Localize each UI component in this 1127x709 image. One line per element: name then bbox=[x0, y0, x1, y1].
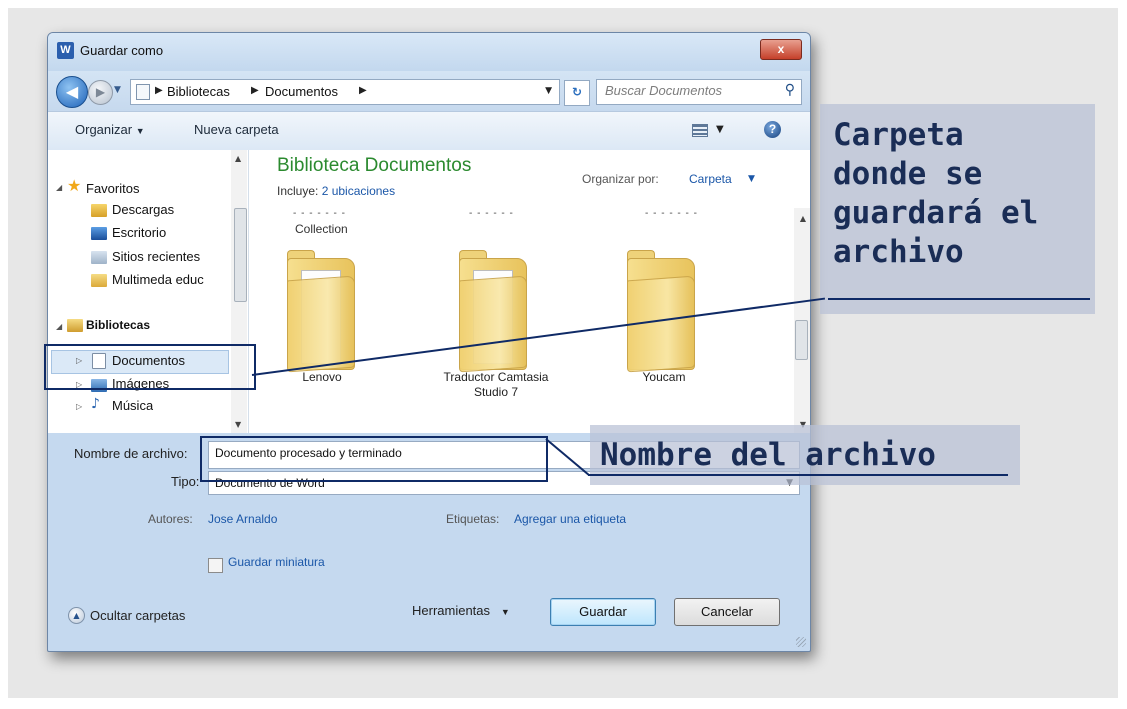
window-title: Guardar como bbox=[80, 43, 164, 58]
authors-value[interactable]: Jose Arnaldo bbox=[208, 512, 277, 526]
desktop-icon bbox=[91, 227, 107, 240]
navigation-pane: ◢ ★ Favoritos Descargas Escritorio Sitio… bbox=[48, 150, 249, 433]
word-app-icon: W bbox=[57, 42, 74, 59]
nav-item-escritorio[interactable]: Escritorio bbox=[112, 225, 166, 240]
close-button[interactable]: x bbox=[760, 39, 802, 60]
type-label: Tipo: bbox=[171, 474, 200, 489]
folder-traductor[interactable] bbox=[459, 250, 529, 373]
breadcrumb[interactable]: ▶ Bibliotecas ▶ Documentos ▶ ▼ bbox=[130, 79, 560, 105]
authors-label: Autores: bbox=[148, 512, 193, 526]
folder-label[interactable]: Youcam bbox=[599, 370, 729, 385]
library-includes: Incluye: 2 ubicaciones bbox=[277, 184, 395, 198]
breadcrumb-documentos[interactable]: Documentos bbox=[265, 84, 338, 99]
chevron-down-icon[interactable]: ▼ bbox=[748, 174, 755, 184]
organize-label: Organizar bbox=[75, 122, 133, 137]
scroll-up-icon[interactable]: ▲ bbox=[235, 154, 241, 163]
libraries-icon bbox=[67, 319, 83, 332]
nav-item-multimedia[interactable]: Multimeda educ bbox=[112, 272, 228, 287]
address-row: ◀ ▶ ▼ ▶ Bibliotecas ▶ Documentos ▶ ▼ ↻ ⚲ bbox=[48, 71, 810, 111]
browser-area: ◢ ★ Favoritos Descargas Escritorio Sitio… bbox=[48, 150, 810, 433]
refresh-button[interactable]: ↻ bbox=[564, 80, 590, 106]
cancel-button[interactable]: Cancelar bbox=[674, 598, 780, 626]
nav-scrollbar-thumb[interactable] bbox=[234, 208, 247, 302]
library-title: Biblioteca Documentos bbox=[277, 155, 472, 176]
filename-callout-underline bbox=[588, 474, 1008, 476]
folder-label-partial: Collection bbox=[295, 222, 348, 236]
tags-label: Etiquetas: bbox=[446, 512, 500, 526]
breadcrumb-separator-icon[interactable]: ▶ bbox=[251, 85, 259, 96]
chevron-down-icon: ▼ bbox=[500, 607, 510, 617]
content-pane: Biblioteca Documentos Incluye: 2 ubicaci… bbox=[249, 150, 810, 433]
view-dropdown-icon[interactable]: ▼ bbox=[716, 124, 724, 135]
new-folder-button[interactable]: Nueva carpeta bbox=[194, 122, 279, 137]
tools-menu[interactable]: Herramientas ▼ bbox=[412, 603, 510, 618]
folder-label[interactable]: Traductor Camtasia Studio 7 bbox=[431, 370, 561, 400]
filename-label: Nombre de archivo: bbox=[74, 446, 188, 461]
nav-item-sitios-recientes[interactable]: Sitios recientes bbox=[112, 249, 200, 264]
filename-callout-text: Nombre del archivo bbox=[600, 437, 936, 473]
clipped-label: - - - - - - bbox=[469, 208, 514, 219]
hide-folders-button[interactable]: Ocultar carpetas bbox=[90, 608, 185, 623]
resize-grip[interactable] bbox=[796, 637, 806, 647]
filename-highlight-box bbox=[200, 436, 548, 482]
organize-menu[interactable]: Organizar ▼ bbox=[75, 122, 145, 137]
hide-folders-icon[interactable]: ▲ bbox=[68, 607, 85, 624]
view-options-icon[interactable] bbox=[692, 124, 708, 137]
history-dropdown-icon[interactable]: ▼ bbox=[114, 85, 121, 95]
chevron-down-icon: ▼ bbox=[135, 126, 145, 136]
nav-bibliotecas[interactable]: Bibliotecas bbox=[86, 318, 150, 332]
nav-item-descargas[interactable]: Descargas bbox=[112, 202, 174, 217]
music-icon: ♪ bbox=[91, 396, 100, 412]
collapse-icon[interactable]: ▷ bbox=[76, 402, 82, 411]
clipped-label: - - - - - - - bbox=[645, 208, 698, 219]
breadcrumb-bibliotecas[interactable]: Bibliotecas bbox=[167, 84, 230, 99]
back-button[interactable]: ◀ bbox=[56, 76, 88, 108]
recent-places-icon bbox=[91, 251, 107, 264]
clipped-label: - - - - - - - bbox=[293, 208, 346, 219]
breadcrumb-separator-icon[interactable]: ▶ bbox=[359, 85, 367, 96]
content-scrollbar-thumb[interactable] bbox=[795, 320, 808, 360]
title-bar: W Guardar como x bbox=[48, 33, 810, 71]
search-icon[interactable]: ⚲ bbox=[785, 82, 795, 98]
tags-value[interactable]: Agregar una etiqueta bbox=[514, 512, 626, 526]
nav-favorites[interactable]: Favoritos bbox=[86, 181, 139, 196]
search-box[interactable]: ⚲ bbox=[596, 79, 802, 105]
address-dropdown-icon[interactable]: ▼ bbox=[545, 86, 552, 96]
documentos-highlight-box bbox=[44, 344, 256, 390]
search-input[interactable] bbox=[605, 83, 775, 98]
folder-youcam[interactable] bbox=[627, 250, 697, 373]
forward-button[interactable]: ▶ bbox=[88, 80, 113, 105]
arrange-by-dropdown[interactable]: Carpeta bbox=[689, 172, 732, 186]
breadcrumb-separator-icon[interactable]: ▶ bbox=[155, 85, 163, 96]
expand-icon[interactable]: ◢ bbox=[56, 183, 62, 192]
scroll-down-icon[interactable]: ▼ bbox=[235, 420, 241, 429]
tools-label: Herramientas bbox=[412, 603, 491, 618]
includes-label: Incluye: bbox=[277, 184, 319, 198]
save-thumbnail-label[interactable]: Guardar miniatura bbox=[228, 555, 325, 569]
save-thumbnail-checkbox[interactable] bbox=[208, 558, 223, 573]
star-icon: ★ bbox=[67, 176, 82, 195]
save-as-dialog: W Guardar como x ◀ ▶ ▼ ▶ Bibliotecas ▶ D… bbox=[47, 32, 811, 652]
folder-callout-text: Carpeta donde se guardará el archivo bbox=[833, 117, 1039, 270]
expand-icon[interactable]: ◢ bbox=[56, 322, 62, 331]
folder-icon bbox=[91, 274, 107, 287]
save-button[interactable]: Guardar bbox=[550, 598, 656, 626]
folder-callout-underline bbox=[828, 298, 1090, 300]
library-icon bbox=[136, 84, 150, 100]
includes-link[interactable]: 2 ubicaciones bbox=[322, 184, 395, 198]
nav-item-musica[interactable]: Música bbox=[112, 398, 153, 412]
downloads-icon bbox=[91, 204, 107, 217]
toolbar: Organizar ▼ Nueva carpeta ▼ ? bbox=[48, 111, 810, 151]
arrange-by-label: Organizar por: bbox=[582, 172, 659, 186]
scroll-up-icon[interactable]: ▲ bbox=[800, 214, 806, 223]
help-icon[interactable]: ? bbox=[764, 121, 781, 138]
folder-lenovo[interactable] bbox=[287, 250, 357, 373]
